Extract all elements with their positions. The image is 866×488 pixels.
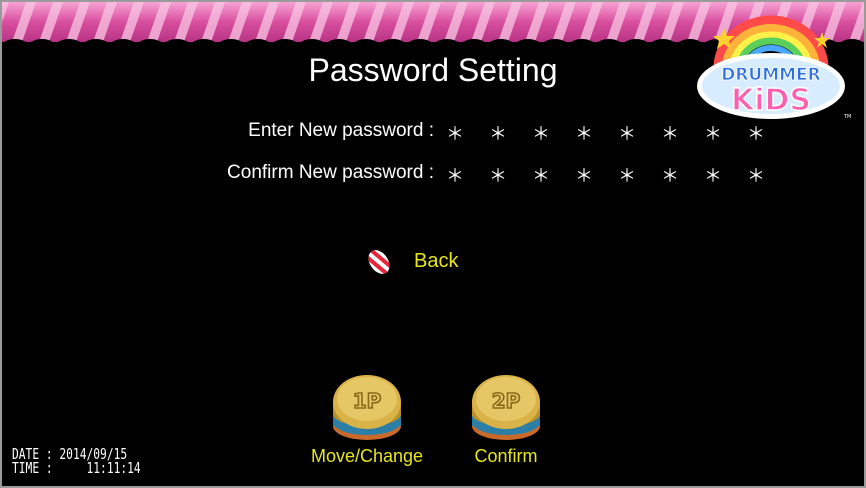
p2-button[interactable]: 2P Confirm bbox=[436, 372, 576, 467]
svg-text:1P: 1P bbox=[353, 389, 382, 413]
time-line: TIME : 11:11:14 bbox=[12, 459, 141, 477]
p1-caption: Move/Change bbox=[310, 446, 424, 466]
new-password-field[interactable]: ＊ ＊ ＊ ＊ ＊ ＊ ＊ ＊ bbox=[446, 120, 775, 146]
p1-button[interactable]: 1P Move/Change bbox=[297, 372, 437, 467]
confirm-password-label: Confirm New password : bbox=[227, 162, 434, 183]
page-title: Password Setting bbox=[308, 52, 558, 88]
candy-icon bbox=[362, 246, 396, 283]
confirm-password-row[interactable]: Confirm New password : ＊ ＊ ＊ ＊ ＊ ＊ ＊ ＊ bbox=[0, 162, 866, 192]
p1-drum-icon: 1P bbox=[333, 375, 401, 440]
back-label: Back bbox=[414, 250, 459, 272]
p2-drum-icon: 2P bbox=[472, 375, 540, 440]
svg-text:2P: 2P bbox=[492, 389, 521, 413]
p2-caption: Confirm bbox=[474, 446, 538, 466]
back-menu-item[interactable]: Back bbox=[362, 246, 492, 278]
new-password-label: Enter New password : bbox=[248, 120, 434, 141]
confirm-password-field[interactable]: ＊ ＊ ＊ ＊ ＊ ＊ ＊ ＊ bbox=[446, 162, 775, 188]
datetime-readout: DATE : 2014/09/15 TIME : 11:11:14 bbox=[12, 447, 141, 477]
new-password-row[interactable]: Enter New password : ＊ ＊ ＊ ＊ ＊ ＊ ＊ ＊ bbox=[0, 120, 866, 150]
